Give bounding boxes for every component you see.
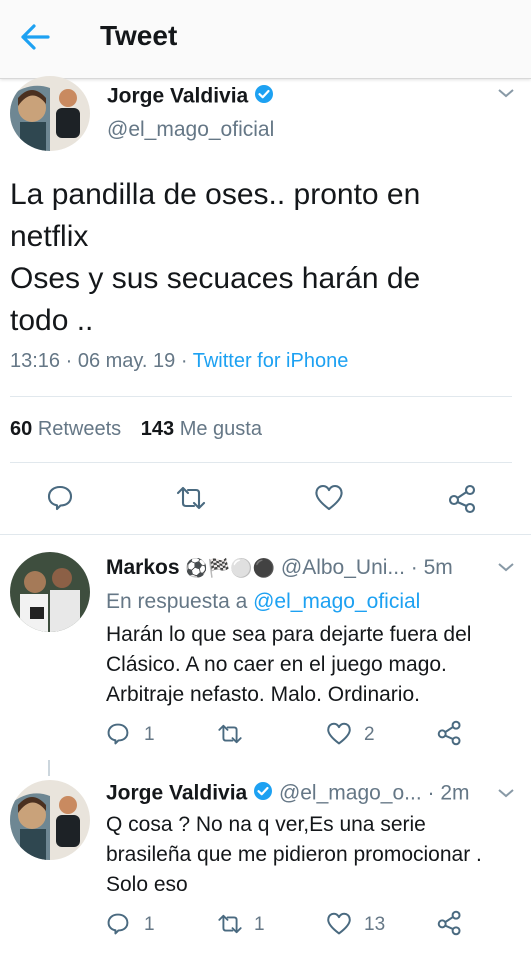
tweet-source[interactable]: Twitter for iPhone (193, 350, 349, 372)
reply-context-prefix: En respuesta a (106, 590, 254, 613)
likes-count: 143 (140, 418, 175, 440)
likes-label: Me gusta (179, 418, 262, 440)
like-icon (326, 912, 352, 936)
reply-author-emoji: ⚽🏁⚪⚫ (185, 558, 276, 578)
tweet-text-line: Oses y sus secuaces harán de (10, 262, 421, 295)
reply-header: Markos ⚽🏁⚪⚫ @Albo_Uni... · 5m (106, 556, 453, 580)
retweets-count: 60 (10, 418, 33, 440)
reply-author-handle[interactable]: @Albo_Uni... (281, 556, 405, 579)
reply-author-handle[interactable]: @el_mago_o... (279, 782, 422, 805)
retweet-icon (216, 912, 244, 936)
reply-context-mention[interactable]: @el_mago_oficial (253, 590, 420, 613)
reply-author-name[interactable]: Markos (106, 556, 180, 579)
like-count: 2 (364, 724, 375, 745)
reply-avatar[interactable] (10, 780, 90, 860)
tweet-text: La pandilla de oses.. pronto en netflix … (10, 174, 420, 342)
divider (0, 534, 531, 535)
author-handle[interactable]: @el_mago_oficial (107, 118, 274, 142)
retweet-icon[interactable] (174, 484, 208, 512)
reply-text-line: brasileña que me pidieron promocionar . (106, 843, 482, 866)
verified-icon (253, 781, 273, 807)
chevron-down-icon[interactable] (497, 560, 515, 578)
reply-text-line: Harán lo que sea para dejarte fuera del (106, 623, 472, 646)
share-icon[interactable] (437, 910, 463, 936)
verified-icon (254, 84, 274, 110)
reply-text: Harán lo que sea para dejarte fuera del … (106, 620, 471, 710)
reply-avatar[interactable] (10, 552, 90, 632)
author-avatar[interactable] (10, 76, 90, 151)
reply-icon (106, 722, 130, 746)
divider (10, 396, 512, 397)
like-icon (326, 722, 352, 746)
reply-icon (106, 912, 130, 936)
tweet-text-line: La pandilla de oses.. pronto en (10, 178, 421, 211)
tweet-text-line: netflix (10, 220, 89, 253)
tweet-stats: 60 Retweets 143 Me gusta (10, 418, 262, 441)
back-arrow-icon[interactable] (18, 22, 52, 52)
timestamp-text: 13:16 · 06 may. 19 · (10, 350, 193, 372)
tweet-text-line: todo .. (10, 304, 94, 337)
divider (10, 462, 512, 463)
reply-text: Q cosa ? No na q ver,Es una serie brasil… (106, 810, 482, 900)
reply-context: En respuesta a @el_mago_oficial (106, 590, 420, 614)
share-icon[interactable] (437, 720, 463, 746)
chevron-down-icon[interactable] (497, 786, 515, 804)
reply-text-line: Clásico. A no caer en el juego mago. (106, 653, 447, 676)
reply-count: 1 (144, 724, 155, 745)
reply-time: · 2m (427, 781, 470, 805)
top-bar: Tweet (0, 0, 531, 79)
reply-icon[interactable] (46, 484, 74, 512)
thread-line (48, 760, 50, 776)
like-count: 13 (364, 914, 386, 935)
reply-text-line: Arbitraje nefasto. Malo. Ordinario. (106, 683, 420, 706)
retweets-label: Retweets (37, 418, 122, 440)
retweets-stat[interactable]: 60 Retweets (10, 418, 121, 440)
author-name[interactable]: Jorge Valdivia (107, 85, 248, 108)
retweet-count: 1 (254, 914, 265, 935)
chevron-down-icon[interactable] (497, 86, 515, 104)
reply-text-line: Solo eso (106, 873, 188, 896)
retweet-icon (216, 722, 244, 746)
likes-stat[interactable]: 143 Me gusta (141, 418, 262, 440)
page-title: Tweet (100, 20, 178, 51)
tweet-timestamp: 13:16 · 06 may. 19 · Twitter for iPhone (10, 350, 348, 373)
reply-text-line: Q cosa ? No na q ver,Es una serie (106, 813, 426, 836)
reply-header: Jorge Valdivia @el_mago_o... · 2m (106, 781, 470, 807)
share-icon[interactable] (448, 484, 478, 514)
like-icon[interactable] (314, 484, 344, 512)
reply-count: 1 (144, 914, 155, 935)
reply-time: · 5m (410, 556, 453, 579)
reply-author-name[interactable]: Jorge Valdivia (106, 782, 247, 805)
